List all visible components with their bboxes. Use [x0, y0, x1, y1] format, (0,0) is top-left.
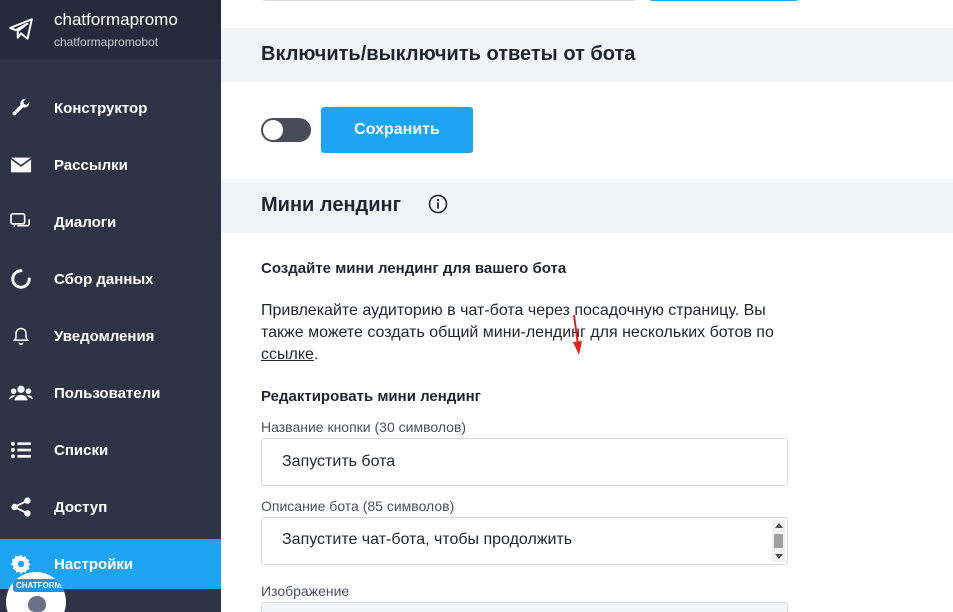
sidebar-item-label: Диалоги — [54, 213, 117, 231]
info-icon[interactable] — [428, 194, 448, 214]
section-title: Мини лендинг — [261, 194, 401, 216]
sidebar-item-dialogs[interactable]: Диалоги — [0, 197, 221, 247]
sidebar-item-users[interactable]: Пользователи — [0, 368, 221, 418]
wrench-icon — [9, 96, 33, 120]
bot-description-label: Описание бота (85 символов) — [261, 498, 455, 514]
top-partial-input[interactable] — [261, 0, 637, 1]
red-arrow-annotation — [573, 315, 582, 355]
landing-section-header: Мини лендинг — [221, 179, 953, 233]
sidebar-item-label: Сбор данных — [54, 270, 154, 288]
button-name-field[interactable]: Запустить бота — [261, 438, 788, 486]
avatar-badge: CHATFORMA — [13, 579, 66, 592]
scroll-up-icon[interactable] — [775, 523, 783, 528]
sidebar-item-lists[interactable]: Списки — [0, 425, 221, 475]
toggle-knob — [263, 120, 283, 140]
telegram-plane-icon — [9, 18, 33, 40]
circle-notch-icon — [9, 267, 33, 291]
sidebar-item-label: Пользователи — [54, 384, 161, 402]
landing-link[interactable]: ссылке — [261, 346, 314, 363]
sidebar-item-data-collection[interactable]: Сбор данных — [0, 254, 221, 304]
create-landing-heading: Создайте мини лендинг для вашего бота — [261, 260, 567, 277]
envelope-icon — [9, 153, 33, 177]
bot-toggle-section-header: Включить/выключить ответы от бота — [221, 28, 953, 82]
bell-icon — [9, 324, 33, 348]
sidebar-item-constructor[interactable]: Конструктор — [0, 83, 221, 133]
textarea-scrollbar[interactable] — [772, 520, 785, 562]
sidebar-item-label: Конструктор — [54, 99, 148, 117]
bot-name: chatformapromo — [54, 10, 178, 29]
chat-bubbles-icon — [9, 210, 33, 234]
image-upload-field[interactable] — [261, 602, 788, 612]
brand-header[interactable]: chatformapromo chatformapromobot — [0, 0, 221, 59]
top-partial-button[interactable] — [649, 0, 799, 1]
save-button[interactable]: Сохранить — [321, 107, 473, 153]
scroll-down-icon[interactable] — [775, 554, 783, 559]
bot-description-field[interactable]: Запустите чат-бота, чтобы продолжить — [261, 517, 788, 565]
edit-landing-heading: Редактировать мини лендинг — [261, 388, 481, 405]
bot-replies-toggle[interactable] — [261, 118, 311, 142]
image-label: Изображение — [261, 583, 350, 599]
sidebar-item-label: Настройки — [54, 555, 134, 573]
scroll-thumb[interactable] — [774, 534, 783, 548]
sidebar-item-label: Уведомления — [54, 327, 155, 345]
sidebar-item-access[interactable]: Доступ — [0, 482, 221, 532]
sidebar-item-mailings[interactable]: Рассылки — [0, 140, 221, 190]
button-name-label: Название кнопки (30 символов) — [261, 419, 467, 435]
description-end: . — [313, 346, 319, 363]
bot-username: chatformapromobot — [54, 35, 159, 49]
sidebar-item-label: Доступ — [54, 498, 108, 516]
description-text: Привлекайте аудиторию в чат-бота через п… — [261, 302, 774, 341]
sidebar-item-label: Рассылки — [54, 156, 128, 174]
share-icon — [9, 495, 33, 519]
sidebar: chatformapromo chatformapromobot Констру… — [0, 0, 221, 612]
sidebar-item-notifications[interactable]: Уведомления — [0, 311, 221, 361]
main-content: Включить/выключить ответы от бота Сохран… — [221, 0, 953, 612]
bot-description-value: Запустите чат-бота, чтобы продолжить — [282, 531, 573, 548]
landing-description: Привлекайте аудиторию в чат-бота через п… — [261, 300, 801, 366]
sidebar-item-label: Списки — [54, 441, 109, 459]
section-title: Включить/выключить ответы от бота — [261, 43, 636, 65]
owl-icon — [28, 596, 46, 612]
users-icon — [9, 381, 33, 405]
list-icon — [9, 438, 33, 462]
